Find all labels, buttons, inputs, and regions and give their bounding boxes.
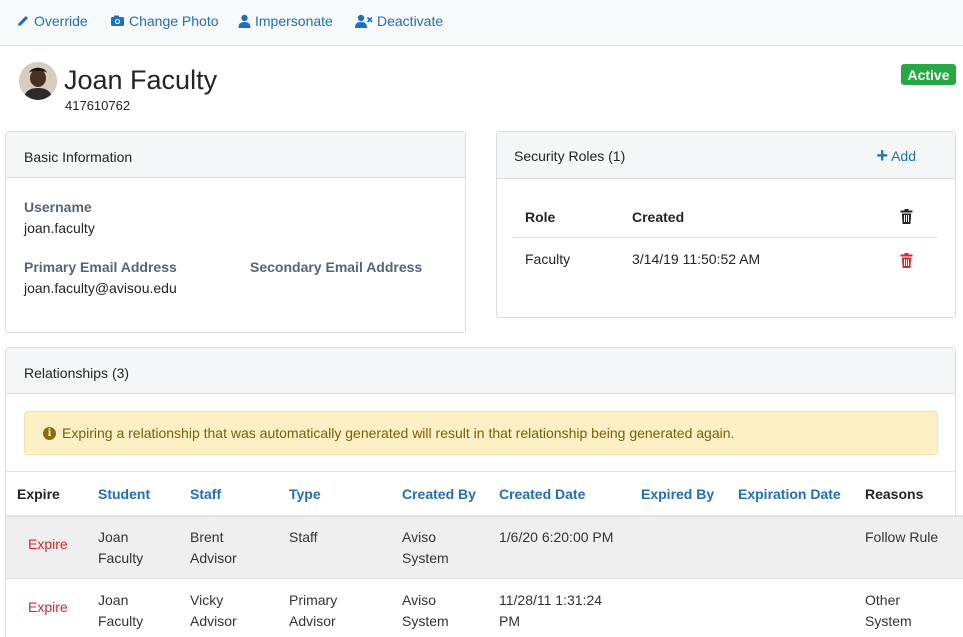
user-remove-icon <box>355 14 373 28</box>
user-id: 417610762 <box>65 98 131 113</box>
primary-email-label: Primary Email Address <box>24 259 177 275</box>
col-staff[interactable]: Staff <box>190 486 221 502</box>
expire-link[interactable]: Expire <box>28 599 68 615</box>
col-expiration-date[interactable]: Expiration Date <box>738 486 841 502</box>
username-value: joan.faculty <box>24 220 95 236</box>
table-row <box>6 578 963 637</box>
user-name: Joan Faculty <box>64 65 218 95</box>
reasons-cell: Follow Rule <box>865 529 939 545</box>
expire-link[interactable]: Expire <box>28 536 68 552</box>
user-icon <box>238 14 251 28</box>
status-badge: Active <box>901 64 956 85</box>
created-date-cell: 11/28/11 1:31:24 PM <box>499 592 603 629</box>
created-date-cell: 1/6/20 6:20:00 PM <box>499 529 614 545</box>
created-column-header: Created <box>632 209 685 225</box>
plus-icon: + <box>876 145 889 167</box>
delete-role-icon[interactable] <box>900 253 913 268</box>
col-expired-by[interactable]: Expired By <box>641 486 714 502</box>
info-icon: i <box>43 426 56 440</box>
type-cell: Staff <box>289 529 318 545</box>
trash-icon <box>900 209 913 224</box>
student-cell: Joan Faculty <box>98 592 144 629</box>
username-label: Username <box>24 199 92 215</box>
add-role-button[interactable]: + Add <box>876 145 916 167</box>
created-by-cell: Aviso System <box>402 529 449 566</box>
primary-email-value: joan.faculty@avisou.edu <box>24 280 177 296</box>
pencil-icon <box>18 16 28 26</box>
relationships-table-top-border <box>6 471 955 472</box>
security-roles-card: Security Roles (1) + Add <box>496 131 956 318</box>
staff-cell: Vicky Advisor <box>190 592 237 629</box>
col-type[interactable]: Type <box>289 486 321 502</box>
created-by-cell: Aviso System <box>402 592 449 629</box>
col-student[interactable]: Student <box>98 486 150 502</box>
basic-information-title: Basic Information <box>24 149 133 165</box>
override-button[interactable]: Override <box>16 11 88 31</box>
staff-cell: Brent Advisor <box>190 529 237 566</box>
type-cell: Primary Advisor <box>289 592 338 629</box>
change-photo-button[interactable]: Change Photo <box>110 11 219 31</box>
relationships-header: Relationships (3) <box>6 348 955 394</box>
role-value: Faculty <box>525 251 571 267</box>
col-created-by[interactable]: Created By <box>402 486 476 502</box>
alert-text: Expiring a relationship that was automat… <box>62 425 735 441</box>
col-reasons: Reasons <box>865 486 924 502</box>
reasons-cell: Other System <box>865 592 912 629</box>
deactivate-label: Deactivate <box>377 13 444 29</box>
camera-icon <box>111 15 124 26</box>
impersonate-label: Impersonate <box>255 13 333 29</box>
user-avatar <box>19 62 57 100</box>
change-photo-label: Change Photo <box>129 13 219 29</box>
deactivate-button[interactable]: Deactivate <box>355 11 443 31</box>
relationships-title: Relationships (3) <box>24 365 130 381</box>
impersonate-button[interactable]: Impersonate <box>238 11 333 31</box>
action-toolbar: Override Change Photo Impersonate Deacti… <box>0 0 963 46</box>
security-roles-title: Security Roles (1) <box>514 148 626 164</box>
col-expire: Expire <box>17 486 60 502</box>
col-created-date[interactable]: Created Date <box>499 486 585 502</box>
role-column-header: Role <box>525 209 556 225</box>
student-cell: Joan Faculty <box>98 529 144 566</box>
secondary-email-label: Secondary Email Address <box>250 259 423 275</box>
add-role-label: Add <box>891 148 916 164</box>
override-label: Override <box>34 13 88 29</box>
basic-information-header: Basic Information <box>6 132 465 178</box>
expire-warning-alert: i Expiring a relationship that was autom… <box>24 411 938 455</box>
roles-divider <box>513 237 937 238</box>
security-roles-header: Security Roles (1) + Add <box>497 132 955 179</box>
basic-information-card: Basic Information Username joan.faculty … <box>5 131 466 333</box>
role-created-value: 3/14/19 11:50:52 AM <box>632 251 761 267</box>
table-row <box>6 515 963 578</box>
